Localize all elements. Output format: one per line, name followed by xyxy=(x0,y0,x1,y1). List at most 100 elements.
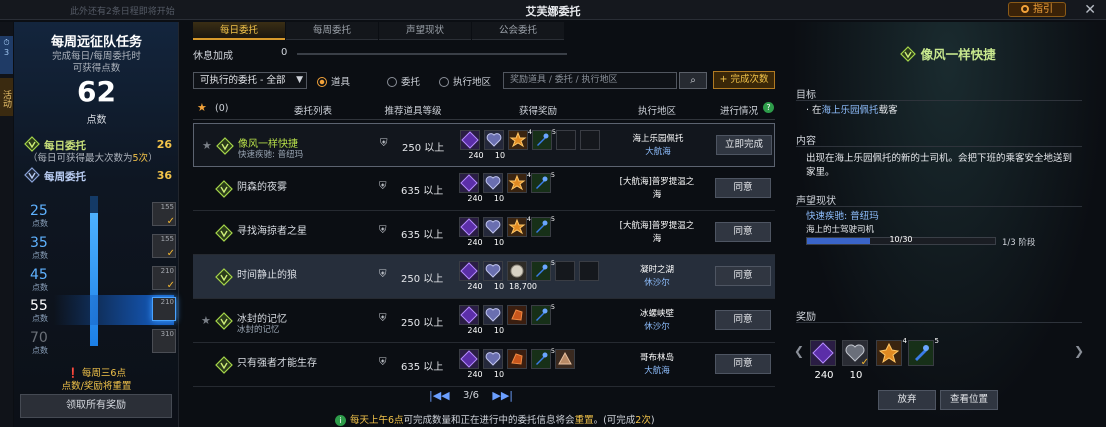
daily-quest-icon xyxy=(215,312,233,330)
guide-button[interactable]: 指引 xyxy=(1008,2,1066,17)
accept-button[interactable]: 同意 xyxy=(715,266,771,286)
side-counter[interactable]: ⏱ 3 xyxy=(0,36,13,74)
quest-location: [大航海]普罗提温之海 xyxy=(619,177,695,200)
recommended-level: 250 以上 xyxy=(401,318,444,329)
accept-button[interactable]: 同意 xyxy=(715,178,771,198)
reward-tier-35[interactable]: 35 点数 155 ✓ xyxy=(24,232,176,262)
favorite-star-icon[interactable]: ★ xyxy=(197,101,207,114)
reward-item-potion[interactable]: 5 xyxy=(531,215,555,237)
reward-item-crest[interactable]: 4 xyxy=(507,215,531,237)
points-unit: 点数 xyxy=(86,115,107,126)
quest-list-panel: 每日委托 每周委托 声望现状 公会委托 休息加成 0 可执行的委托 - 全部 ▼ … xyxy=(185,22,785,427)
tier-reward-box[interactable]: 155 ✓ xyxy=(152,202,176,227)
tab-daily[interactable]: 每日委托 xyxy=(193,22,285,40)
reward-list: 240 10 4 5 xyxy=(460,128,610,164)
reward-item-heart[interactable]: 10 xyxy=(483,217,504,247)
content-text: 出现在海上乐园佩托的新的士司机。会把下班的乘客安全地送到家里。 xyxy=(806,153,1073,178)
quest-filter-select[interactable]: 可执行的委托 - 全部 ▼ xyxy=(193,72,307,89)
guide-icon xyxy=(1021,5,1029,13)
accept-button[interactable]: 同意 xyxy=(715,222,771,242)
quest-subtitle: 快速疾驰: 普纽玛 xyxy=(238,150,304,160)
reward-item-sand[interactable] xyxy=(555,349,575,369)
reward-tier-70[interactable]: 70 点数 310 xyxy=(24,327,176,357)
reward-prev-icon[interactable]: ❮ xyxy=(794,344,804,358)
detail-title: 像风一样快捷 xyxy=(790,44,1106,63)
reputation-progress-text: 10/30 xyxy=(889,235,913,244)
quest-row[interactable]: 时间静止的狼 ⛨ 250 以上 240 10 18,700 5 凝时之湖 休沙尔 同意 xyxy=(193,255,775,299)
favorite-star-icon[interactable]: ★ xyxy=(201,314,211,327)
tier-reward-box[interactable]: 210 xyxy=(152,297,176,321)
tab-weekly[interactable]: 每周委托 xyxy=(286,22,378,40)
reward-item-gem-purple[interactable]: 240 xyxy=(810,340,836,381)
quest-row[interactable]: ★ 冰封的记忆 冰封的记忆 ⛨ 250 以上 240 10 5 冰螺峡壁 休沙尔 同意 xyxy=(193,299,775,343)
reward-item-crest[interactable]: 4 xyxy=(876,337,907,366)
reward-list: 240 10 5 xyxy=(459,303,609,339)
reward-item-heart[interactable]: 10 xyxy=(483,349,504,379)
radio-quest[interactable]: 委托 xyxy=(387,74,420,88)
tier-reward-box[interactable]: 210 ✓ xyxy=(152,266,176,291)
quest-row[interactable]: 寻找海掠者之星 ⛨ 635 以上 240 10 4 5 [大航海]普罗提温之海 同意 xyxy=(193,211,775,255)
favorite-star-icon[interactable]: ★ xyxy=(202,139,212,152)
quest-row[interactable]: ★ 像风一样快捷 快速疾驰: 普纽玛 ⛨ 250 以上 240 10 4 5 海上乐园佩托 大航海立… xyxy=(193,123,775,167)
reward-item-heart[interactable]: 10 ✓ xyxy=(842,340,869,381)
reward-item-heart[interactable]: 10 xyxy=(483,261,504,291)
search-button[interactable]: ⌕ xyxy=(679,72,707,89)
reward-item-shell[interactable]: 18,700 xyxy=(507,261,537,291)
reward-item-gem[interactable]: 240 xyxy=(459,173,483,203)
completion-count-button[interactable]: + 完成次数 xyxy=(713,71,775,89)
quest-row[interactable]: 只有强者才能生存 ⛨ 635 以上 240 10 5 哥布林岛 大航海 同意 xyxy=(193,343,775,387)
daily-quest-icon xyxy=(900,46,917,62)
side-strip: ⏱ 3 活动 xyxy=(0,22,13,427)
reward-item-crest[interactable]: 4 xyxy=(507,171,531,193)
reward-item-ore[interactable] xyxy=(507,349,527,369)
reward-item-heart[interactable]: 10 xyxy=(483,305,504,335)
reward-list: 240 10 5 xyxy=(459,347,609,383)
quest-row[interactable]: 阴森的夜雾 ⛨ 635 以上 240 10 4 5 [大航海]普罗提温之海 同意 xyxy=(193,167,775,211)
tier-reward-box[interactable]: 155 ✓ xyxy=(152,234,176,259)
tab-guild[interactable]: 公会委托 xyxy=(472,22,564,40)
accept-button[interactable]: 同意 xyxy=(715,354,771,374)
reward-item-ore[interactable] xyxy=(507,305,527,325)
reward-item-empty xyxy=(555,261,575,281)
radio-area[interactable]: 执行地区 xyxy=(439,74,491,88)
reward-tier-55[interactable]: 55 点数 210 xyxy=(24,295,176,325)
reward-item-gem[interactable]: 240 xyxy=(459,261,483,291)
reward-item-heart[interactable]: 10 xyxy=(483,173,504,203)
tier-reward-box[interactable]: 310 xyxy=(152,329,176,353)
reward-next-icon[interactable]: ❯ xyxy=(1074,344,1084,358)
title-bar: 此外还有2条日程即将开始 艾芙娜委托 指引 ✕ xyxy=(0,0,1106,20)
reputation-stage: 1/3 阶段 xyxy=(1002,238,1036,248)
reward-item-potion[interactable]: 5 xyxy=(531,171,555,193)
reward-item-potion[interactable]: 5 xyxy=(531,259,555,281)
reward-item-gem[interactable]: 240 xyxy=(459,217,483,247)
reward-item-crest[interactable]: 4 xyxy=(508,128,532,150)
radio-items[interactable]: 道具 xyxy=(317,74,350,88)
last-page-icon[interactable]: ▶▶| xyxy=(492,389,513,402)
reward-tier-45[interactable]: 45 点数 210 ✓ xyxy=(24,264,176,294)
reward-item-gem[interactable]: 240 xyxy=(459,349,483,379)
first-page-icon[interactable]: |◀◀ xyxy=(429,389,450,402)
reward-item-potion[interactable]: 5 xyxy=(532,128,556,150)
quest-location: 哥布林岛 大航海 xyxy=(639,353,674,376)
reward-item-potion[interactable]: 5 xyxy=(531,303,555,325)
accept-button[interactable]: 同意 xyxy=(715,310,771,330)
window-title: 艾芙娜委托 xyxy=(525,5,581,18)
goal-text: · 在海上乐园佩托载客 xyxy=(806,105,898,116)
reward-item-heart[interactable]: 10 xyxy=(484,130,505,160)
close-icon[interactable]: ✕ xyxy=(1084,2,1096,18)
complete-now-button[interactable]: 立即完成 xyxy=(716,135,772,155)
side-event-tab[interactable]: 活动 xyxy=(0,78,13,116)
give-up-button[interactable]: 放弃 xyxy=(878,390,936,410)
reward-tier-25[interactable]: 25 点数 155 ✓ xyxy=(24,200,176,230)
tab-reputation[interactable]: 声望现状 xyxy=(379,22,471,40)
search-input[interactable]: 奖励道具 / 委托 / 执行地区 xyxy=(503,72,677,89)
help-icon[interactable]: ? xyxy=(763,102,774,113)
view-location-button[interactable]: 查看位置 xyxy=(940,390,998,410)
reward-item-gem[interactable]: 240 xyxy=(459,305,483,335)
claim-all-rewards-button[interactable]: 领取所有奖励 xyxy=(20,394,172,418)
helmet-icon: ⛨ xyxy=(379,313,387,324)
reward-item-potion[interactable]: 5 xyxy=(531,347,555,369)
goal-label: 目标 xyxy=(796,90,816,101)
reward-item-potion[interactable]: 5 xyxy=(908,337,939,366)
reward-item-gem[interactable]: 240 xyxy=(460,130,484,160)
